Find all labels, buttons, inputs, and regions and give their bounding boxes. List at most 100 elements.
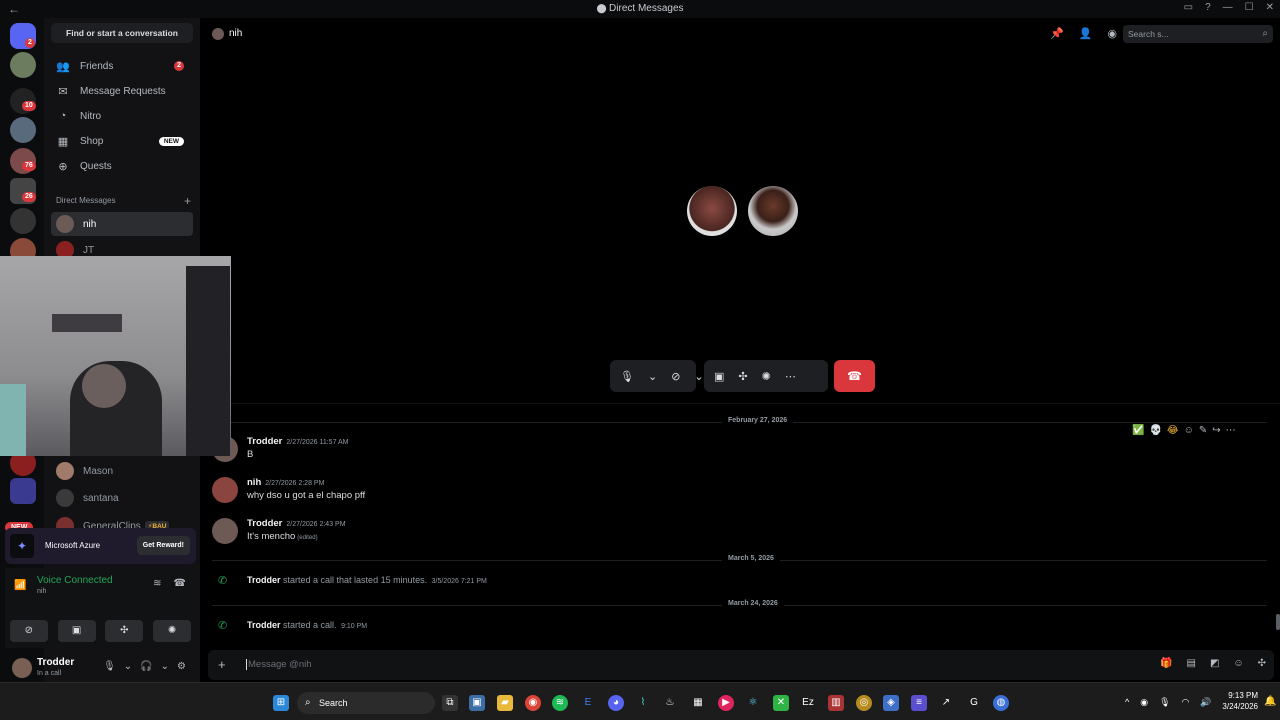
app-icon[interactable]: ◍ (993, 695, 1009, 711)
message-author[interactable]: nih 2/27/2026 2:28 PM (247, 477, 324, 488)
message-composer[interactable]: + Message @nih 🎁 ▤ ◩ ☺ ✣ (208, 650, 1274, 680)
help-icon[interactable]: ? (1205, 2, 1211, 13)
apps-icon[interactable]: ✣ (1258, 658, 1266, 669)
nav-message-requests[interactable]: ✉ Message Requests (51, 80, 193, 102)
activities-icon[interactable]: ✣ (738, 370, 747, 383)
app-icon[interactable]: ≡ (911, 695, 927, 711)
server-icon[interactable] (10, 208, 36, 234)
call-participant-avatar[interactable] (748, 186, 798, 236)
app-icon[interactable]: ◈ (883, 695, 899, 711)
soundboard-icon[interactable]: ✺ (762, 370, 771, 383)
dm-item-mason[interactable]: Mason (51, 459, 193, 483)
maximize-button[interactable]: ☐ (1245, 2, 1254, 13)
app-icon[interactable]: ♨ (662, 695, 678, 711)
avatar[interactable] (212, 477, 238, 503)
app-icon[interactable]: ◎ (856, 695, 872, 711)
message-author[interactable]: Trodder 2/27/2026 11:57 AM (247, 436, 349, 447)
search-input[interactable]: Search s... ⌕ (1123, 25, 1273, 43)
emoji-icon[interactable]: ☺ (1233, 658, 1243, 669)
disconnect-icon[interactable]: ☎ (174, 578, 186, 589)
voice-status[interactable]: Voice Connected (37, 575, 113, 586)
forward-icon[interactable]: ↪ (1212, 425, 1220, 436)
dm-item-nih[interactable]: nih (51, 212, 193, 236)
find-conversation-button[interactable]: Find or start a conversation (51, 23, 193, 43)
tray-app-icon[interactable]: ◉ (1140, 697, 1148, 708)
edit-icon[interactable]: ✎ (1199, 425, 1207, 436)
gif-icon[interactable]: ▤ (1186, 658, 1195, 669)
avatar[interactable] (212, 518, 238, 544)
server-icon[interactable] (10, 52, 36, 78)
noise-suppression-icon[interactable]: ≋ (153, 578, 161, 589)
media-icon[interactable]: ▶ (718, 695, 734, 711)
app-icon[interactable]: ⚛ (745, 695, 761, 711)
xbox-icon[interactable]: ✕ (773, 695, 789, 711)
call-participant-avatar[interactable] (687, 186, 737, 236)
end-call-button[interactable]: ☎ (834, 360, 875, 392)
camera-off-icon[interactable]: ⊘ (671, 370, 680, 383)
chrome-icon[interactable]: ◉ (525, 695, 541, 711)
microphone-icon[interactable]: 🎙 (1159, 697, 1170, 708)
call-author[interactable]: Trodder (247, 620, 281, 630)
nav-nitro[interactable]: ◔ Nitro (51, 105, 193, 127)
spotify-icon[interactable]: ≋ (552, 695, 568, 711)
profile-icon[interactable]: ◉ (1107, 27, 1117, 40)
server-icon[interactable] (10, 117, 36, 143)
emoji-reaction-icon[interactable]: 😂 (1167, 425, 1179, 436)
notification-bell-icon[interactable]: 🔔 (1264, 696, 1276, 707)
add-reaction-icon[interactable]: ☺ (1184, 425, 1194, 436)
app-icon[interactable]: E (580, 695, 596, 711)
wifi-icon[interactable]: ◠ (1182, 697, 1190, 708)
more-icon[interactable]: ⋯ (785, 370, 796, 383)
minimize-button[interactable]: — (1223, 2, 1233, 13)
chevron-down-icon[interactable]: ⌄ (124, 661, 132, 672)
call-author[interactable]: Trodder (247, 575, 281, 585)
server-icon[interactable] (10, 478, 36, 504)
inbox-icon[interactable]: ▭ (1184, 2, 1193, 13)
user-avatar[interactable] (12, 658, 32, 678)
app-icon[interactable]: ▣ (469, 695, 485, 711)
file-explorer-icon[interactable]: ▰ (497, 695, 513, 711)
gift-icon[interactable]: 🎁 (1160, 658, 1172, 669)
chevron-down-icon[interactable]: ⌄ (161, 661, 169, 672)
camera-off-button[interactable]: ⊘ (9, 620, 48, 642)
app-icon[interactable]: ⌇ (635, 695, 651, 711)
headphones-icon[interactable]: 🎧 (140, 661, 152, 672)
screen-share-button[interactable]: ▣ (57, 620, 96, 642)
create-dm-plus-icon[interactable]: + (184, 194, 191, 208)
nav-shop[interactable]: ▦ Shop NEW (51, 130, 193, 152)
soundboard-button[interactable]: ✺ (153, 620, 192, 642)
start-button[interactable]: ⊞ (273, 695, 289, 711)
add-friend-icon[interactable]: 👤 (1079, 27, 1093, 40)
taskbar-clock[interactable]: 9:13 PM 3/24/2026 (1218, 690, 1258, 712)
nav-quests[interactable]: ⊕ Quests (51, 155, 193, 177)
gear-icon[interactable]: ⚙ (177, 661, 186, 672)
chevron-down-icon[interactable]: ⌄ (648, 370, 657, 383)
close-button[interactable]: ✕ (1266, 2, 1274, 13)
app-icon[interactable]: ▦ (690, 695, 706, 711)
pin-icon[interactable]: 📌 (1050, 27, 1064, 40)
screen-share-icon[interactable]: ▣ (714, 370, 724, 383)
sticker-icon[interactable]: ◩ (1210, 658, 1219, 669)
chevron-down-icon[interactable]: ⌄ (694, 370, 703, 383)
attach-plus-icon[interactable]: + (218, 657, 226, 672)
skull-reaction-icon[interactable]: 💀 (1149, 425, 1161, 436)
microphone-icon[interactable]: 🎙 (103, 661, 116, 672)
app-icon[interactable]: ↗ (938, 695, 954, 711)
app-icon[interactable]: G (966, 695, 982, 711)
app-icon[interactable]: Ez (800, 695, 816, 711)
check-reaction-icon[interactable]: ✅ (1132, 425, 1144, 436)
chat-scrollbar[interactable] (1276, 614, 1280, 630)
more-icon[interactable]: ⋯ (1226, 425, 1236, 436)
dm-item-santana[interactable]: santana (51, 486, 193, 510)
activities-button[interactable]: ✣ (105, 620, 144, 642)
microphone-icon[interactable]: 🎙 (620, 370, 634, 383)
nav-friends[interactable]: 👥 Friends 2 (51, 55, 193, 77)
task-view-icon[interactable]: ⧉ (442, 695, 458, 711)
message-input[interactable]: Message @nih (246, 659, 312, 670)
taskbar-search[interactable]: ⌕ Search (297, 692, 435, 714)
app-icon[interactable]: ▥ (828, 695, 844, 711)
message-author[interactable]: Trodder 2/27/2026 2:43 PM (247, 518, 346, 529)
chevron-up-icon[interactable]: ^ (1125, 697, 1129, 708)
discord-taskbar-icon[interactable]: ◕ (608, 695, 624, 711)
get-reward-button[interactable]: Get Reward! (136, 536, 190, 555)
